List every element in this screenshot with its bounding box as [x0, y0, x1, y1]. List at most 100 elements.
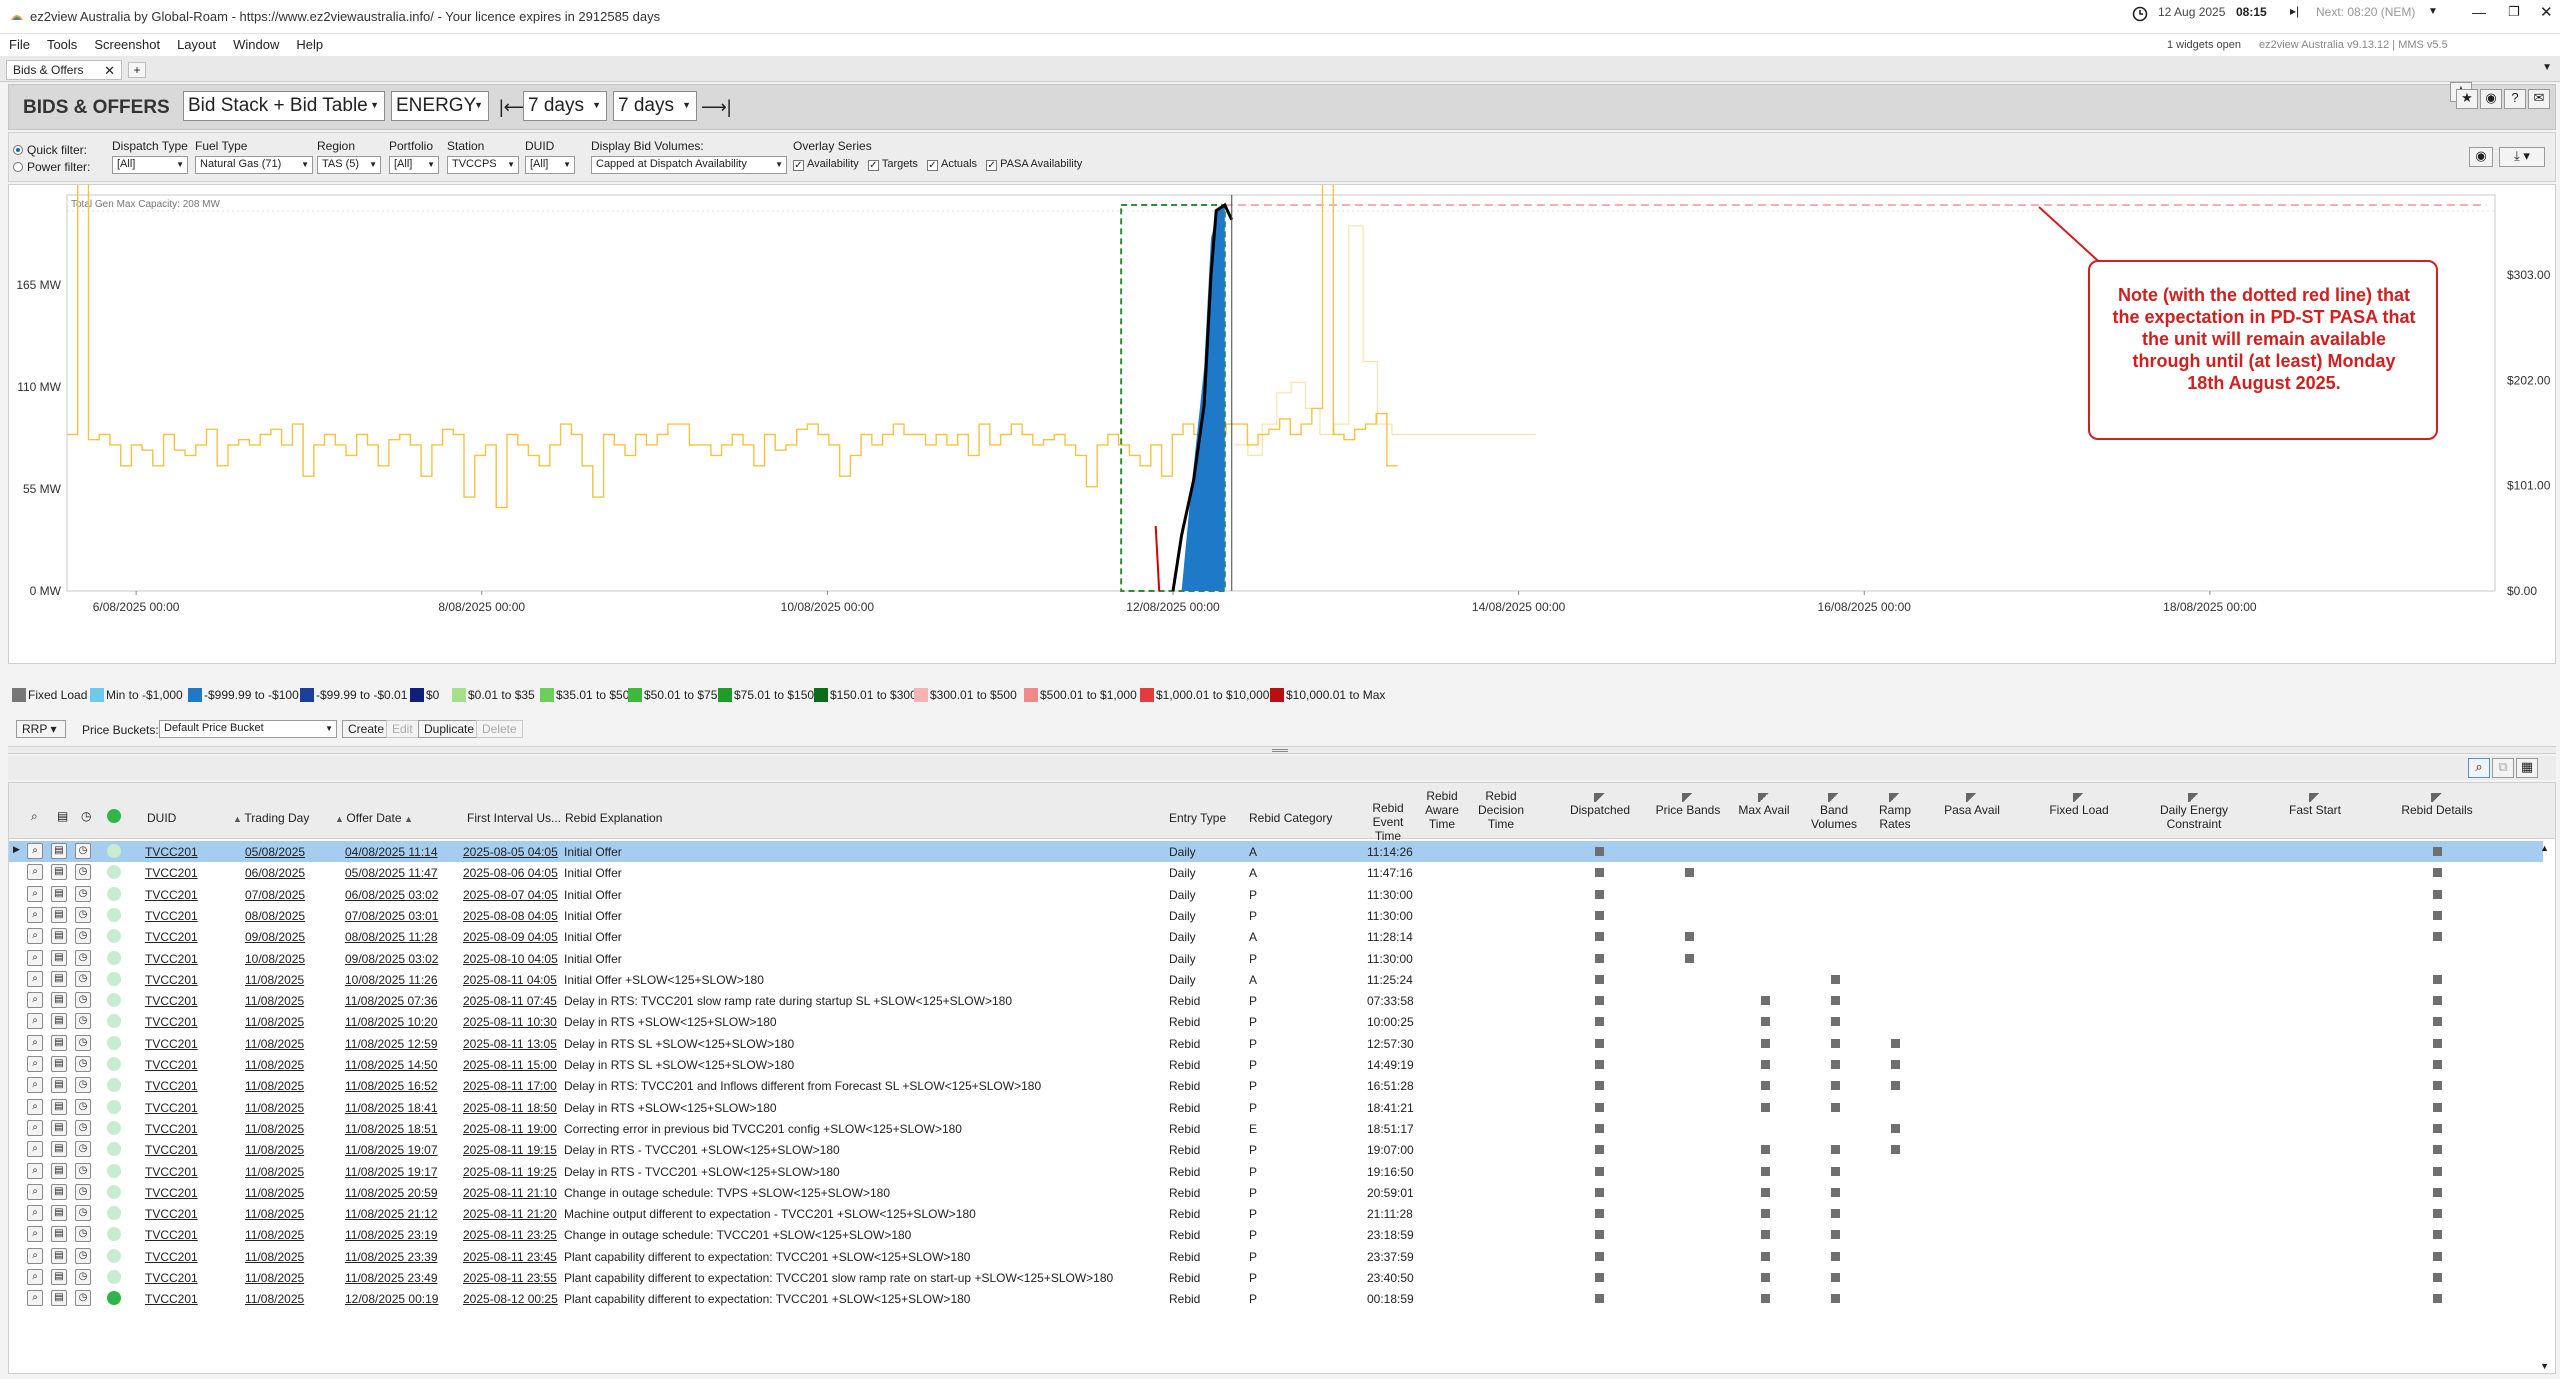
cell-first-interval[interactable]: 2025-08-05 04:05	[463, 845, 558, 859]
overlay-pasa[interactable]: ✓ PASA Availability	[986, 158, 1082, 171]
table-icon[interactable]: ▤	[51, 1183, 67, 1200]
cell-first-interval[interactable]: 2025-08-11 07:45	[463, 994, 557, 1008]
col-offer-date[interactable]: ▲ Offer Date ▲	[335, 811, 413, 826]
table-row[interactable]: ⌕ ▤ ◷ TVCC201 11/08/2025 10/08/2025 11:26 2025…	[9, 969, 2543, 990]
duid-select[interactable]: [All] ▼	[525, 156, 575, 174]
cell-trading-day[interactable]: 11/08/2025	[245, 1207, 304, 1221]
col-fast-start[interactable]: Fast Start	[2273, 793, 2357, 817]
cell-duid[interactable]: TVCC201	[145, 1058, 198, 1072]
legend-item[interactable]: $35.01 to $50	[540, 688, 629, 702]
cell-offer-date[interactable]: 10/08/2025 11:26	[345, 973, 438, 987]
cell-first-interval[interactable]: 2025-08-11 10:30	[463, 1015, 557, 1029]
cell-first-interval[interactable]: 2025-08-11 23:25	[463, 1228, 557, 1242]
search-icon[interactable]: ⌕	[27, 1141, 43, 1158]
table-row[interactable]: ⌕ ▤ ◷ TVCC201 11/08/2025 11/08/2025 23:49 2025…	[9, 1267, 2543, 1288]
cell-trading-day[interactable]: 11/08/2025	[245, 1101, 304, 1115]
table-row[interactable]: ⌕ ▤ ◷ TVCC201 11/08/2025 11/08/2025 07:36 2025…	[9, 990, 2543, 1011]
cell-duid[interactable]: TVCC201	[145, 994, 198, 1008]
menu-help[interactable]: Help	[287, 34, 331, 52]
history-icon[interactable]: ◷	[75, 1247, 91, 1264]
legend-item[interactable]: $500.01 to $1,000	[1024, 688, 1137, 702]
table-row[interactable]: ⌕ ▤ ◷ TVCC201 08/08/2025 07/08/2025 03:01 2025…	[9, 905, 2543, 926]
copy-icon[interactable]: ⧉	[2492, 758, 2514, 778]
cell-duid[interactable]: TVCC201	[145, 888, 198, 902]
history-icon[interactable]: ◷	[75, 1098, 91, 1115]
legend-item[interactable]: $10,000.01 to Max	[1270, 688, 1385, 702]
search-icon[interactable]: ⌕	[27, 864, 43, 881]
tab-bids-offers[interactable]: Bids & Offers ✕	[6, 60, 122, 80]
col-pasa-avail[interactable]: Pasa Avail	[1937, 793, 2007, 817]
cell-trading-day[interactable]: 11/08/2025	[245, 1015, 304, 1029]
cell-trading-day[interactable]: 09/08/2025	[245, 930, 305, 944]
cell-first-interval[interactable]: 2025-08-09 04:05	[463, 930, 558, 944]
legend-item[interactable]: Min to -$1,000	[90, 688, 183, 702]
station-select[interactable]: TVCCPS ▼	[447, 156, 519, 174]
cell-first-interval[interactable]: 2025-08-11 21:10	[463, 1186, 557, 1200]
cell-trading-day[interactable]: 11/08/2025	[245, 1122, 304, 1136]
cell-duid[interactable]: TVCC201	[145, 866, 198, 880]
col-rebid-category[interactable]: Rebid Category	[1249, 811, 1332, 825]
cell-offer-date[interactable]: 11/08/2025 12:59	[345, 1037, 438, 1051]
col-rebid-details[interactable]: Rebid Details	[2389, 793, 2485, 817]
search-icon[interactable]: ⌕	[27, 1056, 43, 1072]
legend-item[interactable]: $50.01 to $75	[628, 688, 717, 702]
search-icon[interactable]: ⌕	[27, 1247, 43, 1264]
table-row[interactable]: ⌕ ▤ ◷ TVCC201 11/08/2025 11/08/2025 18:41 2025…	[9, 1097, 2543, 1118]
back-range-select[interactable]: 7 days ▼	[523, 91, 607, 121]
table-row[interactable]: ⌕ ▤ ◷ TVCC201 11/08/2025 11/08/2025 18:51 2025…	[9, 1118, 2543, 1139]
cell-offer-date[interactable]: 11/08/2025 18:51	[345, 1122, 438, 1136]
overlay-availability[interactable]: ✓ Availability	[793, 158, 859, 171]
cell-trading-day[interactable]: 11/08/2025	[245, 1037, 304, 1051]
cell-duid[interactable]: TVCC201	[145, 845, 198, 859]
legend-item[interactable]: $150.01 to $300	[814, 688, 917, 702]
comment-icon[interactable]: ✉	[2528, 89, 2550, 109]
cell-trading-day[interactable]: 05/08/2025	[245, 845, 305, 859]
table-row[interactable]: ▶ ⌕ ▤ ◷ TVCC201 05/08/2025 04/08/2025 11:14 202…	[9, 841, 2543, 862]
history-icon[interactable]: ◷	[75, 906, 91, 923]
table-icon[interactable]: ▤	[57, 809, 68, 823]
jump-end-icon[interactable]: ⟶|	[701, 97, 731, 118]
history-icon[interactable]: ◷	[75, 992, 91, 1009]
cell-first-interval[interactable]: 2025-08-11 15:00	[463, 1058, 557, 1072]
next-interval-icon[interactable]: ▸|	[2290, 4, 2299, 18]
quick-filter-option[interactable]: Quick filter:	[13, 143, 87, 157]
scroll-down-icon[interactable]: ▼	[2540, 1361, 2549, 1371]
close-window-icon[interactable]: ✕	[2540, 3, 2553, 21]
cell-duid[interactable]: TVCC201	[145, 1165, 198, 1179]
cell-trading-day[interactable]: 11/08/2025	[245, 1186, 304, 1200]
history-icon[interactable]: ◷	[75, 1226, 91, 1243]
rrp-toggle-button[interactable]: RRP ▾	[16, 720, 66, 738]
table-icon[interactable]: ▤	[51, 1226, 67, 1243]
table-icon[interactable]: ▤	[51, 1269, 67, 1285]
cell-duid[interactable]: TVCC201	[145, 1207, 198, 1221]
search-icon[interactable]: ⌕	[27, 992, 43, 1009]
history-icon[interactable]: ◷	[75, 1034, 91, 1051]
dispatch-type-select[interactable]: [All] ▼	[112, 156, 188, 174]
cell-offer-date[interactable]: 08/08/2025 11:28	[345, 930, 438, 944]
col-rebid-event-time[interactable]: Rebid Event Time	[1363, 801, 1413, 843]
cell-trading-day[interactable]: 10/08/2025	[245, 952, 305, 966]
table-row[interactable]: ⌕ ▤ ◷ TVCC201 11/08/2025 11/08/2025 23:39 2025…	[9, 1246, 2543, 1267]
cell-trading-day[interactable]: 08/08/2025	[245, 909, 305, 923]
region-select[interactable]: TAS (5) ▼	[317, 156, 381, 174]
cell-duid[interactable]: TVCC201	[145, 952, 198, 966]
table-icon[interactable]: ▤	[51, 885, 67, 902]
cell-first-interval[interactable]: 2025-08-11 04:05	[463, 973, 557, 987]
cell-first-interval[interactable]: 2025-08-11 21:20	[463, 1207, 557, 1221]
search-icon[interactable]: ⌕	[27, 1162, 43, 1179]
cell-first-interval[interactable]: 2025-08-11 23:55	[463, 1271, 557, 1285]
cell-first-interval[interactable]: 2025-08-11 18:50	[463, 1101, 557, 1115]
close-tab-icon[interactable]: ✕	[104, 63, 115, 79]
table-row[interactable]: ⌕ ▤ ◷ TVCC201 11/08/2025 12/08/2025 00:19 2025…	[9, 1288, 2543, 1309]
cell-duid[interactable]: TVCC201	[145, 1122, 198, 1136]
search-icon[interactable]: ⌕	[2468, 758, 2490, 778]
cell-first-interval[interactable]: 2025-08-07 04:05	[463, 888, 558, 902]
overlay-actuals[interactable]: ✓ Actuals	[926, 158, 977, 171]
table-row[interactable]: ⌕ ▤ ◷ TVCC201 11/08/2025 11/08/2025 16:52 2025…	[9, 1075, 2543, 1096]
cell-offer-date[interactable]: 11/08/2025 23:49	[345, 1271, 438, 1285]
checkbox-checked-icon[interactable]: ✓	[867, 160, 879, 171]
checkbox-checked-icon[interactable]: ✓	[986, 160, 998, 171]
history-icon[interactable]: ◷	[75, 1119, 91, 1136]
cell-duid[interactable]: TVCC201	[145, 1228, 198, 1242]
table-icon[interactable]: ▤	[51, 1162, 67, 1179]
